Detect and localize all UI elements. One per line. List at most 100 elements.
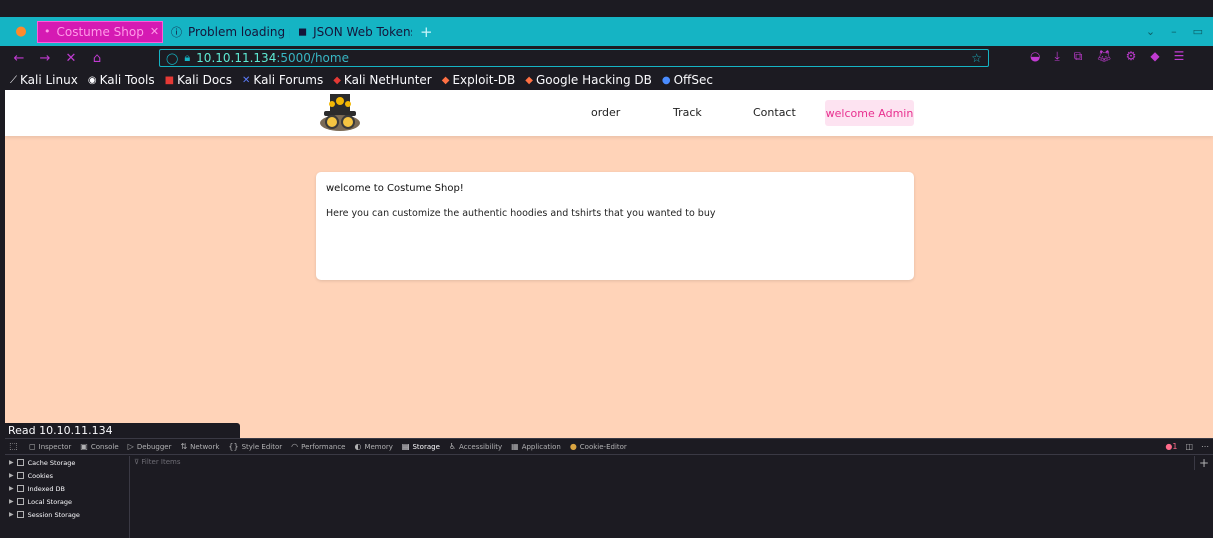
bookmark-google-hacking-db[interactable]: ◆ Google Hacking DB (525, 73, 652, 87)
firefox-icon[interactable]: ● (10, 21, 32, 43)
tab-application[interactable]: ▦ Application (511, 442, 561, 451)
top-hat-goggles-logo-icon (320, 94, 360, 131)
bookmark-label: Google Hacking DB (535, 73, 652, 87)
status-bar-text: Read 10.10.11.134 (5, 423, 240, 438)
devtools-tab-label: Performance (301, 442, 346, 451)
bookmark-label: Kali Docs (177, 73, 233, 87)
devtools-tab-bar: ⬚ ◻ Inspector ▣ Console ▷ Debugger ⇅ Network… (5, 439, 1213, 455)
filter-placeholder: Filter Items (141, 458, 181, 466)
ghdb-icon: ◆ (525, 74, 533, 86)
close-icon[interactable]: ✕ (144, 25, 159, 38)
navigation-bar: ← → ✕ ⌂ ◯ 🔒︎ 10.10.11.134 :5000/home ☆ ◒… (0, 46, 1213, 70)
home-icon[interactable]: ⌂ (90, 51, 104, 66)
more-options-icon[interactable]: ⋯ (1201, 442, 1209, 451)
devtools-tab-label: Memory (364, 442, 393, 451)
performance-icon: ◠ (291, 442, 299, 451)
expand-arrow-icon[interactable]: ▶ (9, 511, 14, 518)
devtools-tab-label: Style Editor (241, 442, 283, 451)
page-content: order Track Contact welcome Admin welcom… (5, 90, 1213, 438)
bookmark-offsec[interactable]: ● OffSec (662, 73, 713, 87)
pocket-icon[interactable]: ◒ (1030, 49, 1040, 64)
account-icon[interactable]: ◆ (1150, 49, 1159, 64)
devtools-tab-label: Debugger (136, 442, 172, 451)
tab-style-editor[interactable]: {} Style Editor (228, 442, 282, 451)
tab-accessibility[interactable]: ♿︎ Accessibility (449, 442, 502, 451)
bookmark-exploit-db[interactable]: ◆ Exploit-DB (442, 73, 516, 87)
expand-arrow-icon[interactable]: ▶ (9, 459, 14, 466)
bookmark-kali-tools[interactable]: ◉ Kali Tools (88, 73, 155, 87)
forums-icon: ✕ (242, 74, 251, 86)
tab-json-web-tokens[interactable]: ◼ JSON Web Tokens ✕ (292, 21, 412, 43)
tab-label: Costume Shop (56, 24, 144, 39)
tab-storage[interactable]: ▤ Storage (402, 442, 440, 451)
url-host: 10.10.11.134 (196, 51, 277, 65)
tab-performance[interactable]: ◠ Performance (291, 442, 345, 451)
url-path: :5000/home (276, 51, 349, 65)
nav-track[interactable]: Track (673, 106, 702, 119)
storage-item-cookies[interactable]: ▶ Cookies (5, 469, 129, 482)
card-title: welcome to Costume Shop! (326, 183, 464, 194)
element-picker-icon[interactable]: ⬚ (9, 442, 23, 452)
url-bar[interactable]: ◯ 🔒︎ 10.10.11.134 :5000/home ☆ (159, 49, 989, 67)
devtools-tab-label: Application (521, 442, 561, 451)
bookmark-kali-linux[interactable]: ⟋ Kali Linux (10, 73, 78, 87)
stop-icon[interactable]: ✕ (64, 51, 78, 66)
add-item-icon[interactable]: + (1193, 456, 1209, 470)
bookmark-star-icon[interactable]: ☆ (971, 51, 982, 65)
download-icon[interactable]: ⤓ (1054, 49, 1059, 64)
devtools-tab-label: Storage (412, 442, 440, 451)
tab-network[interactable]: ⇅ Network (180, 442, 219, 451)
foxyproxy-icon[interactable]: 🦊︎ (1096, 49, 1111, 64)
forward-icon[interactable]: → (38, 51, 52, 66)
expand-arrow-icon[interactable]: ▶ (9, 485, 14, 492)
storage-item-indexeddb[interactable]: ▶ Indexed DB (5, 482, 129, 495)
nav-contact[interactable]: Contact (753, 106, 796, 119)
storage-item-label: Local Storage (27, 497, 72, 506)
shield-icon[interactable]: ◯ (166, 52, 178, 65)
bookmark-label: Kali Forums (253, 73, 324, 87)
tab-inspector[interactable]: ◻ Inspector (29, 442, 71, 451)
debugger-icon: ▷ (127, 442, 134, 451)
dock-icon[interactable]: ◫ (1185, 442, 1193, 451)
tab-bar: ● • Costume Shop ✕ ⓘ Problem loading pa … (0, 17, 1213, 46)
back-icon[interactable]: ← (12, 51, 26, 66)
tab-memory[interactable]: ◐ Memory (354, 442, 392, 451)
welcome-admin-button[interactable]: welcome Admin (825, 100, 914, 126)
nav-order[interactable]: order (591, 106, 620, 119)
tab-debugger[interactable]: ▷ Debugger (128, 442, 172, 451)
expand-arrow-icon[interactable]: ▶ (9, 472, 14, 479)
minimize-icon[interactable]: – (1171, 25, 1177, 38)
storage-item-cache[interactable]: ▶ Cache Storage (5, 456, 129, 469)
settings-icon[interactable]: ⚙ (1126, 49, 1137, 64)
info-icon: ⓘ (171, 25, 182, 39)
maximize-icon[interactable]: ▭ (1193, 25, 1203, 38)
tab-console[interactable]: ▣ Console (80, 442, 118, 451)
welcome-card: welcome to Costume Shop! Here you can cu… (316, 172, 914, 280)
bookmark-kali-docs[interactable]: ■ Kali Docs (165, 73, 232, 87)
error-count-badge[interactable]: ●1 (1165, 442, 1177, 451)
lock-icon[interactable]: 🔒︎ (184, 51, 190, 65)
os-top-strip (0, 0, 1213, 17)
tab-problem-loading[interactable]: ⓘ Problem loading pa ✕ (165, 21, 290, 43)
tab-costume-shop[interactable]: • Costume Shop ✕ (37, 20, 163, 43)
docs-icon: ■ (164, 74, 175, 86)
card-body: Here you can customize the authentic hoo… (326, 208, 716, 219)
extensions-icon[interactable]: ⧉ (1074, 49, 1083, 64)
memory-icon: ◐ (354, 442, 362, 451)
chevron-down-icon[interactable]: ⌄ (1146, 25, 1155, 38)
filter-items-input[interactable]: ⊽ Filter Items (134, 458, 181, 466)
devtools-right-controls: ●1 ◫ ⋯ (1165, 442, 1209, 451)
new-tab-icon[interactable]: + (420, 23, 433, 41)
logo[interactable] (316, 92, 364, 134)
nethunter-icon: ◆ (333, 74, 341, 86)
menu-icon[interactable]: ☰ (1174, 49, 1185, 64)
tab-cookie-editor[interactable]: ● Cookie-Editor (570, 442, 627, 451)
expand-arrow-icon[interactable]: ▶ (9, 498, 14, 505)
bookmark-kali-forums[interactable]: ✕ Kali Forums (242, 73, 323, 87)
storage-item-session[interactable]: ▶ Session Storage (5, 508, 129, 521)
bookmark-kali-nethunter[interactable]: ◆ Kali NetHunter (333, 73, 432, 87)
storage-item-local[interactable]: ▶ Local Storage (5, 495, 129, 508)
devtools-tab-label: Accessibility (459, 442, 503, 451)
storage-icon (16, 485, 24, 492)
storage-icon (16, 511, 24, 518)
